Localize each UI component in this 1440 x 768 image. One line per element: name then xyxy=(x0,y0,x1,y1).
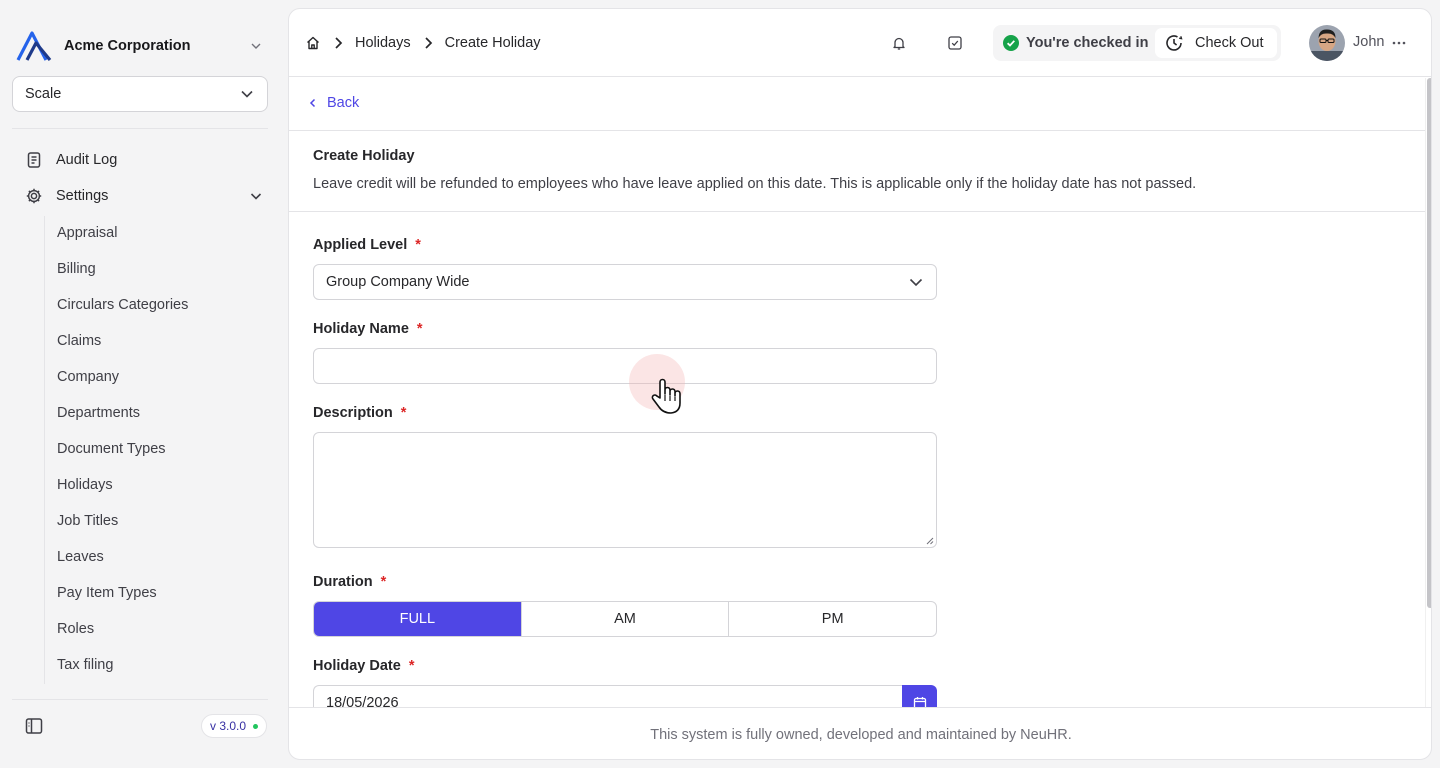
checkin-status-text: You're checked in xyxy=(1026,35,1149,51)
section-divider xyxy=(289,211,1425,212)
settings-item-billing[interactable]: Billing xyxy=(57,257,96,281)
version-badge: v 3.0.0 xyxy=(201,714,268,738)
resize-handle-icon[interactable] xyxy=(926,537,934,545)
org-name: Acme Corporation xyxy=(64,38,191,54)
check-out-button[interactable]: Check Out xyxy=(1155,28,1277,58)
sidebar-divider xyxy=(12,699,268,700)
description-label: Description * xyxy=(313,405,406,421)
version-text: v 3.0.0 xyxy=(210,719,247,733)
description-textarea[interactable] xyxy=(313,432,937,548)
duration-option-full[interactable]: FULL xyxy=(314,602,521,636)
sidebar-divider xyxy=(12,128,268,129)
settings-item-document-types[interactable]: Document Types xyxy=(57,437,166,461)
applied-level-select[interactable]: Group Company Wide xyxy=(313,264,937,300)
chevron-right-icon xyxy=(425,37,432,49)
org-switcher[interactable]: Acme Corporation xyxy=(16,30,268,62)
sidebar-item-settings[interactable]: Settings xyxy=(24,182,264,210)
sidebar: Acme Corporation Scale Audit Log Setting… xyxy=(0,0,280,768)
sidebar-item-label: Settings xyxy=(56,188,109,204)
duration-segmented-control: FULL AM PM xyxy=(313,601,937,637)
acme-logo-icon xyxy=(16,31,52,62)
task-check-icon[interactable] xyxy=(947,35,963,51)
label-text: Duration xyxy=(313,574,373,590)
footer-text: This system is fully owned, developed an… xyxy=(650,726,1072,743)
gear-icon xyxy=(24,186,44,206)
status-dot xyxy=(253,723,259,729)
sidebar-item-label: Audit Log xyxy=(56,152,118,168)
hand-cursor-icon xyxy=(651,378,681,414)
clock-icon xyxy=(1166,35,1183,51)
sidebar-item-audit-log[interactable]: Audit Log xyxy=(24,146,264,174)
bell-icon[interactable] xyxy=(891,35,907,51)
holiday-date-input[interactable]: 18/05/2026 xyxy=(313,685,902,708)
chevron-down-icon xyxy=(909,278,923,287)
topbar: Holidays Create Holiday You're checked i… xyxy=(289,9,1431,77)
document-icon xyxy=(24,150,44,170)
label-text: Holiday Date xyxy=(313,658,401,674)
content-scrollbar[interactable] xyxy=(1425,78,1431,708)
chevron-left-icon xyxy=(309,98,316,108)
holiday-date-field: 18/05/2026 xyxy=(313,685,937,708)
settings-item-holidays[interactable]: Holidays xyxy=(57,473,113,497)
form-title: Create Holiday xyxy=(313,148,415,164)
chevron-down-icon xyxy=(251,43,261,49)
label-text: Description xyxy=(313,405,393,421)
breadcrumb: Holidays Create Holiday xyxy=(305,31,541,55)
checkin-status-bar: You're checked in Check Out xyxy=(993,25,1281,61)
breadcrumb-create-holiday: Create Holiday xyxy=(444,35,541,51)
more-horizontal-icon[interactable] xyxy=(1391,35,1407,51)
chevron-down-icon xyxy=(241,90,253,98)
settings-item-tax-filing[interactable]: Tax filing xyxy=(57,653,113,677)
sidebar-collapse-icon[interactable] xyxy=(24,716,44,736)
breadcrumb-holidays[interactable]: Holidays xyxy=(355,35,411,51)
required-mark: * xyxy=(400,405,407,421)
settings-item-claims[interactable]: Claims xyxy=(57,329,101,353)
plan-select-value: Scale xyxy=(25,86,62,102)
scrollbar-thumb[interactable] xyxy=(1427,78,1431,608)
avatar[interactable] xyxy=(1309,25,1345,61)
user-photo-icon xyxy=(1309,25,1345,61)
section-divider xyxy=(289,130,1425,131)
settings-item-leaves[interactable]: Leaves xyxy=(57,545,104,569)
required-mark: * xyxy=(416,321,423,337)
label-text: Applied Level xyxy=(313,237,408,253)
chevron-down-icon xyxy=(250,193,262,200)
duration-option-pm[interactable]: PM xyxy=(728,602,936,636)
required-mark: * xyxy=(415,237,421,253)
settings-item-departments[interactable]: Departments xyxy=(57,401,140,425)
required-mark: * xyxy=(408,658,415,674)
date-picker-button[interactable] xyxy=(902,685,937,708)
settings-item-appraisal[interactable]: Appraisal xyxy=(57,221,117,245)
form-content: Back Create Holiday Leave credit will be… xyxy=(289,78,1425,708)
settings-item-job-titles[interactable]: Job Titles xyxy=(57,509,118,533)
settings-item-roles[interactable]: Roles xyxy=(57,617,94,641)
applied-level-label: Applied Level * xyxy=(313,237,421,253)
label-text: Holiday Name xyxy=(313,321,409,337)
required-mark: * xyxy=(380,574,387,590)
duration-label: Duration * xyxy=(313,574,386,590)
chevron-right-icon xyxy=(335,37,343,49)
main-panel: Holidays Create Holiday You're checked i… xyxy=(288,8,1432,760)
settings-item-pay-item-types[interactable]: Pay Item Types xyxy=(57,581,157,605)
form-description: Leave credit will be refunded to employe… xyxy=(313,176,1197,192)
settings-item-company[interactable]: Company xyxy=(57,365,119,389)
settings-item-circulars-categories[interactable]: Circulars Categories xyxy=(57,293,188,317)
check-circle-icon xyxy=(1003,35,1019,51)
user-name[interactable]: John xyxy=(1353,34,1384,50)
applied-level-value: Group Company Wide xyxy=(326,274,470,290)
holiday-name-label: Holiday Name * xyxy=(313,321,423,337)
duration-option-am[interactable]: AM xyxy=(520,602,729,636)
holiday-date-label: Holiday Date * xyxy=(313,658,415,674)
back-label: Back xyxy=(327,95,360,111)
settings-tree-line xyxy=(44,216,45,684)
check-out-label: Check Out xyxy=(1195,35,1264,51)
plan-select[interactable]: Scale xyxy=(12,76,268,112)
footer: This system is fully owned, developed an… xyxy=(289,707,1431,759)
home-icon[interactable] xyxy=(305,35,321,51)
back-link[interactable]: Back xyxy=(307,95,359,111)
holiday-name-input[interactable] xyxy=(313,348,937,384)
